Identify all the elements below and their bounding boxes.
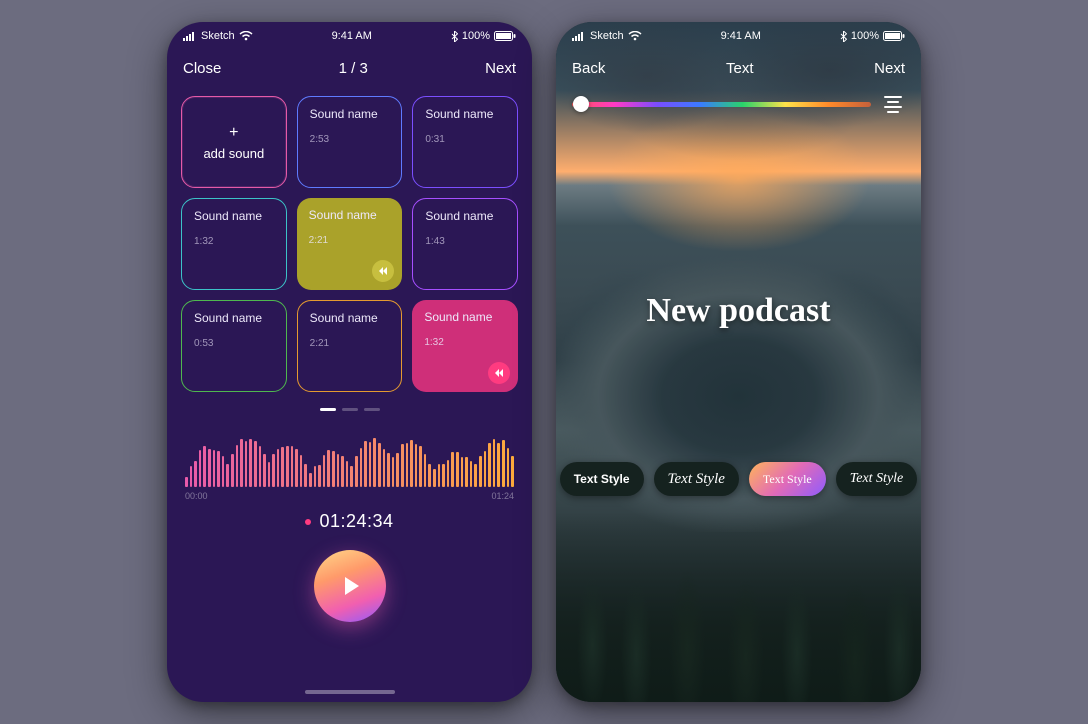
tile-name: Sound name	[424, 310, 506, 325]
text-style-pills: Text Style Text Style Text Style Text St…	[556, 462, 921, 496]
signal-icon	[572, 31, 586, 41]
headline-text[interactable]: New podcast	[556, 292, 921, 330]
phone-text-editor: Sketch 9:41 AM 100% Back Text Next New p…	[556, 22, 921, 702]
battery-pct: 100%	[851, 30, 879, 42]
tile-name: Sound name	[194, 311, 274, 326]
tile-time: 2:21	[309, 235, 391, 246]
add-sound-label: add sound	[203, 146, 264, 161]
tile-time: 2:53	[310, 134, 390, 145]
page-dots[interactable]	[167, 408, 532, 411]
tile-name: Sound name	[425, 107, 505, 122]
clock-label: 9:41 AM	[721, 30, 761, 42]
sound-tile[interactable]: Sound name 2:53	[297, 96, 403, 188]
battery-icon	[494, 31, 516, 41]
carrier-label: Sketch	[201, 30, 235, 42]
back-button[interactable]: Back	[572, 60, 605, 77]
next-button[interactable]: Next	[485, 60, 516, 77]
statusbar: Sketch 9:41 AM 100%	[556, 22, 921, 50]
add-sound-tile[interactable]: + add sound	[181, 96, 287, 188]
wifi-icon	[239, 31, 253, 41]
tile-time: 1:32	[194, 236, 274, 247]
text-style-option[interactable]: Text Style	[560, 462, 644, 496]
page-indicator: 1 / 3	[339, 60, 368, 77]
tile-time: 0:31	[425, 134, 505, 145]
tile-name: Sound name	[194, 209, 274, 224]
bluetooth-icon	[451, 31, 458, 42]
tile-name: Sound name	[309, 208, 391, 223]
text-style-option[interactable]: Text Style	[836, 462, 918, 496]
record-dot-icon	[305, 519, 311, 525]
navbar: Close 1 / 3 Next	[167, 50, 532, 86]
sound-tile-playing[interactable]: Sound name 2:21	[297, 198, 403, 290]
clock-label: 9:41 AM	[332, 30, 372, 42]
text-style-option-selected[interactable]: Text Style	[749, 462, 826, 496]
record-time-value: 01:24:34	[319, 511, 393, 532]
play-button[interactable]	[314, 550, 386, 622]
sound-tile[interactable]: Sound name 2:21	[297, 300, 403, 392]
tile-time: 0:53	[194, 338, 274, 349]
rewind-icon[interactable]	[488, 362, 510, 384]
tile-name: Sound name	[310, 107, 390, 122]
wifi-icon	[628, 31, 642, 41]
record-time: 01:24:34	[167, 511, 532, 532]
play-icon	[343, 576, 361, 596]
phone-sound-picker: Sketch 9:41 AM 100% Close 1 / 3 Next + a…	[167, 22, 532, 702]
tile-time: 1:32	[424, 337, 506, 348]
home-indicator[interactable]	[305, 690, 395, 694]
screen-title: Text	[726, 60, 754, 77]
background-trees	[556, 512, 921, 702]
sound-tile-playing[interactable]: Sound name 1:32	[412, 300, 518, 392]
battery-pct: 100%	[462, 30, 490, 42]
sound-tile[interactable]: Sound name 1:32	[181, 198, 287, 290]
sound-grid: + add sound Sound name 2:53 Sound name 0…	[167, 86, 532, 392]
statusbar: Sketch 9:41 AM 100%	[167, 22, 532, 50]
rewind-icon[interactable]	[372, 260, 394, 282]
battery-icon	[883, 31, 905, 41]
text-style-option[interactable]: Text Style	[654, 462, 739, 496]
carrier-label: Sketch	[590, 30, 624, 42]
waveform[interactable]	[185, 429, 514, 487]
tile-name: Sound name	[310, 311, 390, 326]
waveform-start: 00:00	[185, 491, 208, 501]
next-button[interactable]: Next	[874, 60, 905, 77]
sound-tile[interactable]: Sound name 0:53	[181, 300, 287, 392]
color-slider-row	[572, 92, 905, 116]
tile-time: 1:43	[425, 236, 505, 247]
waveform-end: 01:24	[491, 491, 514, 501]
tile-name: Sound name	[425, 209, 505, 224]
close-button[interactable]: Close	[183, 60, 221, 77]
sound-tile[interactable]: Sound name 1:43	[412, 198, 518, 290]
signal-icon	[183, 31, 197, 41]
text-align-button[interactable]	[881, 92, 905, 116]
tile-time: 2:21	[310, 338, 390, 349]
sound-tile[interactable]: Sound name 0:31	[412, 96, 518, 188]
bluetooth-icon	[840, 31, 847, 42]
color-slider[interactable]	[572, 102, 871, 107]
plus-icon: +	[229, 124, 238, 142]
navbar: Back Text Next	[556, 50, 921, 86]
color-slider-thumb[interactable]	[573, 96, 589, 112]
